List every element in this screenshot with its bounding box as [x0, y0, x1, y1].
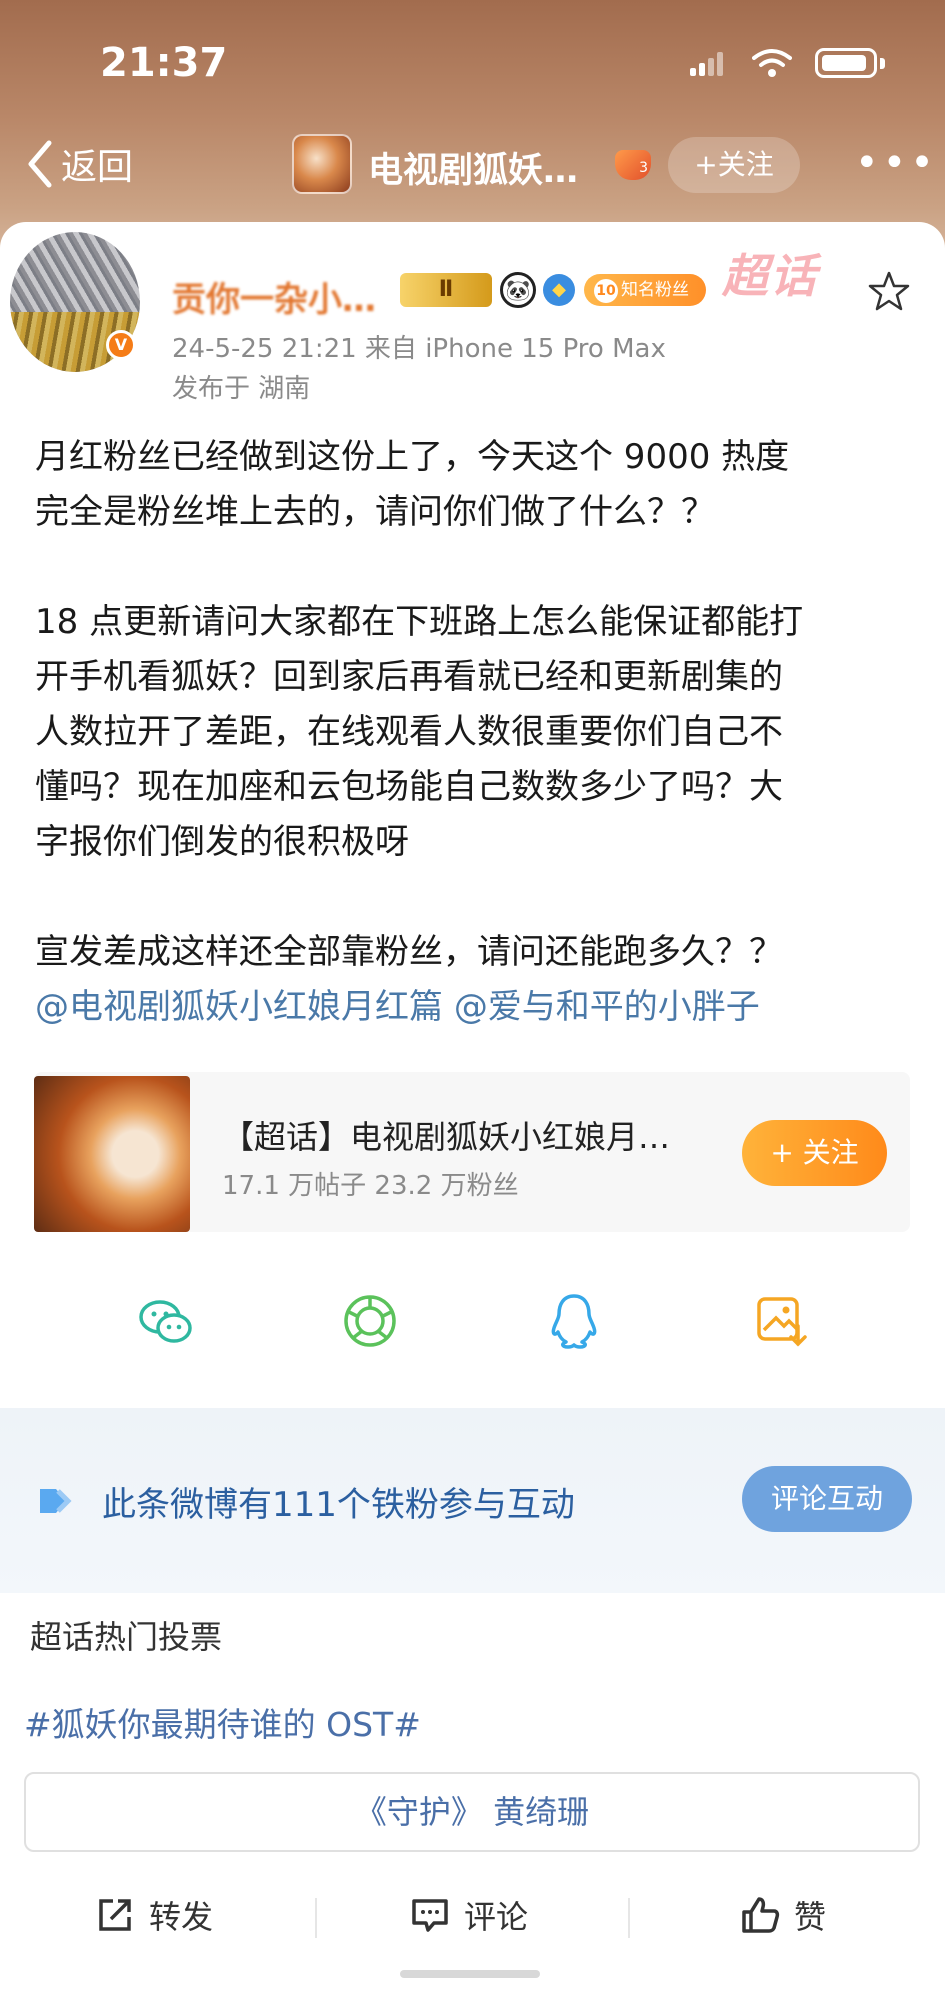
repost-button[interactable]: 转发	[95, 1892, 213, 1938]
thumbs-up-icon	[742, 1897, 780, 1933]
status-bar: 21:37	[0, 30, 945, 100]
action-bar: 转发 评论 赞	[0, 1870, 945, 1960]
navigation-bar: 返回 电视剧狐妖… 3 +关注 •••	[0, 120, 945, 210]
back-button[interactable]: 返回	[25, 138, 133, 190]
vote-topic-link[interactable]: #狐妖你最期待谁的 OST#	[24, 1698, 421, 1746]
battery-tip	[880, 58, 885, 69]
chaohua-stats: 17.1 万帖子 23.2 万粉丝	[222, 1171, 519, 1201]
moments-icon[interactable]	[339, 1290, 401, 1352]
username[interactable]: 贡你一杂小…	[172, 272, 376, 321]
action-divider	[315, 1898, 317, 1938]
repost-icon	[99, 1899, 131, 1931]
post-line: 宣发差成这样还全部靠粉丝，请问还能跑多久？？	[35, 932, 783, 972]
like-button[interactable]: 赞	[740, 1892, 826, 1938]
verified-badge-icon: V	[106, 330, 136, 360]
post-line: 月红粉丝已经做到这份上了，今天这个 9000 热度	[35, 437, 790, 477]
vote-option[interactable]: 《守护》 黄绮珊	[24, 1772, 920, 1852]
topic-level-badge: 3	[615, 150, 651, 180]
chaohua-thumbnail[interactable]	[34, 1076, 190, 1232]
home-indicator	[400, 1970, 540, 1978]
fan-level-badge: 10 知名粉丝	[584, 274, 706, 306]
fans-interaction-text: 此条微博有111个铁粉参与互动	[102, 1485, 575, 1525]
post-line: 人数拉开了差距，在线观看人数很重要你们自己不	[35, 712, 783, 752]
fans-interaction-icon	[40, 1489, 72, 1513]
topic-title[interactable]: 电视剧狐妖…	[368, 142, 578, 193]
panda-badge-icon: 🐼	[500, 272, 536, 308]
comment-interact-button[interactable]: 评论互动	[742, 1466, 912, 1532]
comment-button[interactable]: 评论	[410, 1892, 528, 1938]
status-time: 21:37	[100, 40, 228, 86]
post-location: 发布于 湖南	[172, 374, 311, 404]
follow-topic-button[interactable]: +关注	[668, 137, 800, 193]
post-line: 完全是粉丝堆上去的，请问你们做了什么？？	[35, 492, 715, 532]
chaohua-title[interactable]: 【超话】电视剧狐妖小红娘月…	[222, 1112, 670, 1158]
battery-icon	[815, 48, 877, 78]
post-body: 月红粉丝已经做到这份上了，今天这个 9000 热度 完全是粉丝堆上去的，请问你们…	[35, 430, 915, 1035]
comment-icon	[412, 1899, 448, 1932]
repost-label: 转发	[149, 1898, 214, 1936]
mention-line: @电视剧狐妖小红娘月红篇 @爱与和平的小胖子	[35, 980, 915, 1035]
back-label: 返回	[61, 147, 134, 188]
post-line: 开手机看狐妖？回到家后再看就已经和更新剧集的	[35, 657, 783, 697]
more-options-icon[interactable]: •••	[855, 140, 938, 186]
mention-link[interactable]: @爱与和平的小胖子	[454, 987, 760, 1027]
post-timestamp-source: 24-5-25 21:21 来自 iPhone 15 Pro Max	[172, 334, 666, 364]
crown-badge: Ⅱ	[400, 273, 492, 307]
mention-link[interactable]: @电视剧狐妖小红娘月红篇	[35, 987, 443, 1027]
vote-section-title: 超话热门投票	[30, 1618, 223, 1656]
post-line: 字报你们倒发的很积极呀	[35, 822, 409, 862]
wechat-icon[interactable]	[135, 1290, 197, 1352]
shield-badge-icon: ◆	[543, 274, 575, 306]
topic-avatar[interactable]	[292, 134, 352, 194]
share-row	[0, 1290, 945, 1360]
fan-level-number: 10	[594, 279, 618, 303]
qq-icon[interactable]	[543, 1290, 605, 1352]
chaohua-watermark: 超话	[722, 249, 818, 303]
like-label: 赞	[794, 1898, 827, 1936]
wifi-icon	[752, 49, 792, 77]
chevron-left-icon	[28, 140, 52, 188]
action-divider	[628, 1898, 630, 1938]
fan-level-label: 知名粉丝	[621, 280, 689, 300]
save-image-icon[interactable]	[750, 1290, 812, 1352]
post-line: 18 点更新请问大家都在下班路上怎么能保证都能打	[35, 602, 804, 642]
chaohua-follow-button[interactable]: + 关注	[742, 1120, 887, 1186]
cellular-signal-icon	[690, 52, 723, 76]
favorite-star-icon[interactable]	[868, 270, 910, 312]
post-line: 懂吗？现在加座和云包场能自己数数多少了吗？大	[35, 767, 783, 807]
comment-label: 评论	[464, 1898, 529, 1936]
